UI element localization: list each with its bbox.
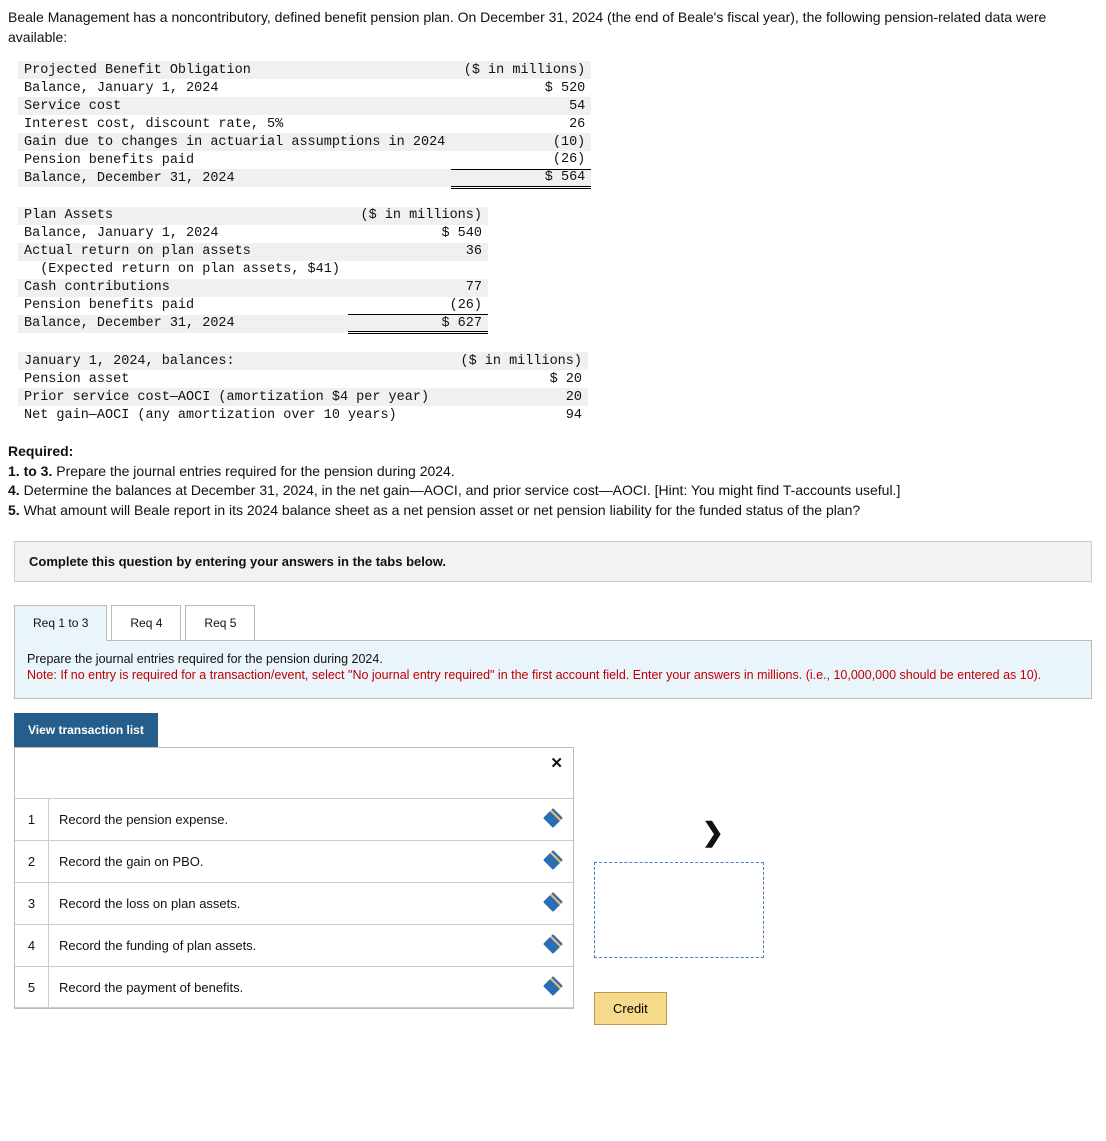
balances-unit: ($ in millions)	[448, 352, 588, 370]
chevron-right-icon[interactable]: ❯	[702, 817, 764, 848]
assets-unit: ($ in millions)	[348, 207, 488, 225]
tab-req-5[interactable]: Req 5	[185, 605, 255, 641]
edit-icon[interactable]	[533, 895, 573, 912]
tab-content: Prepare the journal entries required for…	[14, 640, 1092, 700]
view-transaction-list-button[interactable]: View transaction list	[14, 713, 158, 747]
edit-icon[interactable]	[533, 979, 573, 996]
transaction-row[interactable]: 1 Record the pension expense.	[15, 798, 573, 840]
credit-button[interactable]: Credit	[594, 992, 667, 1025]
pbo-header: Projected Benefit Obligation	[18, 61, 451, 79]
transaction-row[interactable]: 5 Record the payment of benefits.	[15, 966, 573, 1008]
transaction-row[interactable]: 3 Record the loss on plan assets.	[15, 882, 573, 924]
edit-icon[interactable]	[533, 853, 573, 870]
edit-icon[interactable]	[533, 937, 573, 954]
transaction-row[interactable]: 2 Record the gain on PBO.	[15, 840, 573, 882]
transaction-row[interactable]: 4 Record the funding of plan assets.	[15, 924, 573, 966]
assets-header: Plan Assets	[18, 207, 348, 225]
plan-assets-table: Plan Assets($ in millions) Balance, Janu…	[18, 207, 488, 335]
balances-header: January 1, 2024, balances:	[18, 352, 448, 370]
complete-instruction: Complete this question by entering your …	[14, 541, 1092, 582]
pbo-unit: ($ in millions)	[451, 61, 591, 79]
transaction-panel: ✕ 1 Record the pension expense. 2 Record…	[14, 747, 574, 1009]
intro-text: Beale Management has a noncontributory, …	[8, 8, 1098, 47]
edit-icon[interactable]	[533, 811, 573, 828]
tab-req-1-to-3[interactable]: Req 1 to 3	[14, 605, 107, 641]
drop-target[interactable]	[594, 862, 764, 958]
close-icon[interactable]: ✕	[550, 754, 563, 772]
tab-row: Req 1 to 3 Req 4 Req 5	[14, 604, 1092, 640]
balances-table: January 1, 2024, balances:($ in millions…	[18, 352, 588, 424]
tab-req-4[interactable]: Req 4	[111, 605, 181, 641]
pbo-table: Projected Benefit Obligation($ in millio…	[18, 61, 591, 189]
required-section: Required: 1. to 3. Prepare the journal e…	[8, 442, 1098, 520]
